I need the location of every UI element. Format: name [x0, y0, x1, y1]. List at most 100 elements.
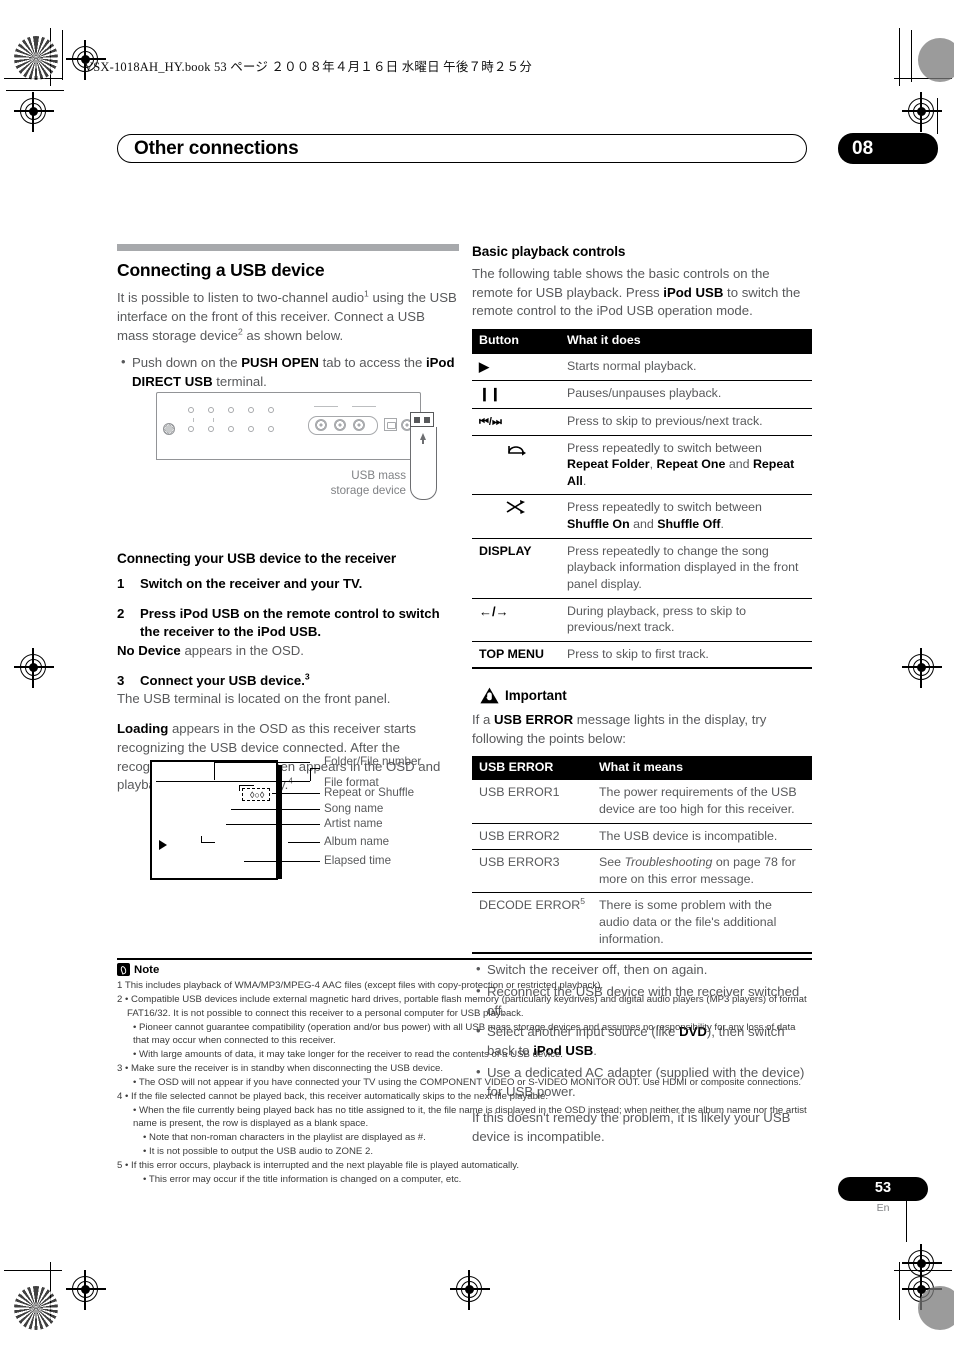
- step-3-subtext: The USB terminal is located on the front…: [117, 691, 391, 707]
- table-row: ←/→ During playback, press to skip to pr…: [472, 598, 812, 642]
- repeat-button-cell: [472, 435, 560, 496]
- bullet-text-a: Push down on the: [132, 355, 242, 371]
- receiver-tick: [193, 418, 194, 422]
- error-code-2: USB ERROR2: [472, 823, 592, 851]
- note-line: • When the file currently being played b…: [133, 1104, 807, 1130]
- notes-block: Note 1 This includes playback of WMA/MP3…: [117, 958, 812, 1186]
- osd-label-album-name: Album name: [324, 835, 390, 848]
- crop-mark-bottom-left-h: [4, 1270, 62, 1272]
- chapter-number-badge: 08: [838, 133, 938, 164]
- crop-mark-top-left-h2: [6, 90, 64, 92]
- no-device-term: No Device: [117, 643, 181, 658]
- skip-prev-next-icon: ⏮/⏭: [479, 415, 502, 428]
- print-header-text: VSX-1018AH_HY.book 53 ページ ２００８年４月１６日 水曜日…: [84, 60, 533, 74]
- receiver-volume-knob: [163, 423, 175, 435]
- osd-label-elapsed-time: Elapsed time: [324, 854, 392, 867]
- important-intro: If a USB ERROR message lights in the dis…: [472, 711, 812, 748]
- document-page: VSX-1018AH_HY.book 53 ページ ２００８年４月１６日 水曜日…: [0, 0, 954, 1350]
- no-device-rest: appears in the OSD.: [180, 643, 304, 658]
- shuffle-sep1: and: [629, 517, 658, 532]
- note-line: • The OSD will not appear if you have co…: [133, 1076, 802, 1088]
- table-row: ▶ Starts normal playback.: [472, 353, 812, 382]
- halftone-swatch-top-right: [918, 38, 954, 82]
- step-text: Connect your USB device.3: [140, 672, 310, 691]
- important-label: Important: [505, 688, 567, 704]
- note-line: • Note that non-roman characters in the …: [143, 1132, 426, 1144]
- pause-icon: ❙❙: [479, 386, 501, 402]
- receiver-button: [248, 426, 254, 432]
- usb-caption-line2: storage device: [330, 484, 406, 498]
- crop-mark-top-right-v2: [911, 30, 913, 82]
- table-header-row: USB ERROR What it means: [472, 755, 812, 781]
- footnote-ref-3: 3: [304, 671, 310, 682]
- receiver-button: [268, 426, 274, 432]
- left-right-arrow-icon: ←/→: [479, 603, 509, 619]
- page-number-rule: [906, 1200, 908, 1242]
- list-item: 2 Press iPod USB on the remote control t…: [117, 605, 459, 661]
- repeat-one-term: Repeat One: [656, 457, 726, 472]
- note-line: • This error may occur if the title info…: [143, 1173, 462, 1185]
- repeat-text-end: .: [582, 473, 587, 488]
- receiver-video-jack: [384, 418, 397, 431]
- receiver-base: [156, 454, 421, 460]
- list-item: 1 Switch on the receiver and your TV.: [117, 575, 459, 594]
- table-row: ⏮/⏭ Press to skip to previous/next track…: [472, 408, 812, 436]
- crop-mark-top-left-v2: [62, 30, 64, 80]
- play-icon: ▶: [479, 358, 489, 374]
- table-row: DISPLAY Press repeatedly to change the s…: [472, 538, 812, 599]
- leader-line: [272, 793, 320, 795]
- table-row: USB ERROR2 The USB device is incompatibl…: [472, 823, 812, 851]
- col-header-what-it-means: What it means: [591, 755, 812, 781]
- usb-arrow-stem: [422, 439, 424, 444]
- halftone-swatch-bottom-left: [14, 1286, 58, 1330]
- receiver-rca-jack: [353, 419, 365, 431]
- shuffle-icon: [503, 500, 529, 518]
- bullet-text-e: terminal.: [212, 374, 267, 390]
- table-row: USB ERROR1 The power requirements of the…: [472, 780, 812, 824]
- shuffle-text-a: Press repeatedly to switch between: [567, 500, 762, 515]
- col-header-button: Button: [472, 329, 560, 354]
- repeat-sep1: ,: [649, 457, 657, 472]
- push-open-term: PUSH OPEN: [241, 355, 319, 371]
- pause-button-cell: ❙❙: [472, 380, 560, 409]
- pause-description: Pauses/unpauses playback.: [560, 380, 812, 409]
- receiver-body: [156, 392, 421, 456]
- repeat-icon: [503, 445, 529, 460]
- step-3-heading: 3 Connect your USB device.3: [117, 672, 459, 691]
- receiver-button: [188, 426, 194, 432]
- usb-port: [410, 412, 434, 427]
- halftone-swatch-bottom-right: [918, 1286, 954, 1330]
- page-language-label: En: [876, 1202, 890, 1214]
- usb-error-term: USB ERROR: [494, 712, 574, 728]
- receiver-button: [208, 407, 214, 413]
- troubleshooting-reference: Troubleshooting: [624, 855, 713, 870]
- leader-line: [226, 824, 320, 826]
- step-number: 1: [117, 575, 125, 591]
- leader-line: [231, 809, 320, 811]
- notes-label: Note: [134, 963, 160, 976]
- registration-mark-right-middle: [902, 648, 942, 688]
- halftone-swatch-top-left: [14, 36, 58, 80]
- table-row: USB ERROR3 See Troubleshooting on page 7…: [472, 849, 812, 894]
- error-meaning-3-a: See: [598, 855, 625, 870]
- leader-line: [288, 842, 320, 844]
- usb-intro-part3: as shown below.: [242, 327, 344, 343]
- note-line: • With large amounts of data, it may tak…: [133, 1049, 563, 1061]
- error-code-1: USB ERROR1: [472, 780, 592, 824]
- receiver-button: [248, 407, 254, 413]
- note-line: 5 • If this error occurs, playback is in…: [117, 1159, 520, 1171]
- chapter-number-label: 08: [852, 138, 874, 159]
- step-number: 3: [117, 672, 125, 688]
- step-3-title: Connect your USB device.: [140, 672, 305, 688]
- top-menu-description: Press to skip to first track.: [560, 641, 812, 670]
- notes-text: 1 This includes playback of WMA/MP3/MPEG…: [117, 979, 812, 1186]
- error-code-4: DECODE ERROR5: [472, 892, 592, 955]
- repeat-folder-term: Repeat Folder: [567, 457, 650, 472]
- ipod-usb-term: iPod USB: [663, 284, 724, 300]
- step-text: Press iPod USB on the remote control to …: [140, 605, 440, 640]
- page-title: Other connections: [134, 138, 299, 159]
- registration-mark-left-middle: [14, 648, 54, 688]
- receiver-button: [208, 426, 214, 432]
- receiver-tick: [213, 418, 214, 422]
- receiver-panel-line: [352, 406, 376, 408]
